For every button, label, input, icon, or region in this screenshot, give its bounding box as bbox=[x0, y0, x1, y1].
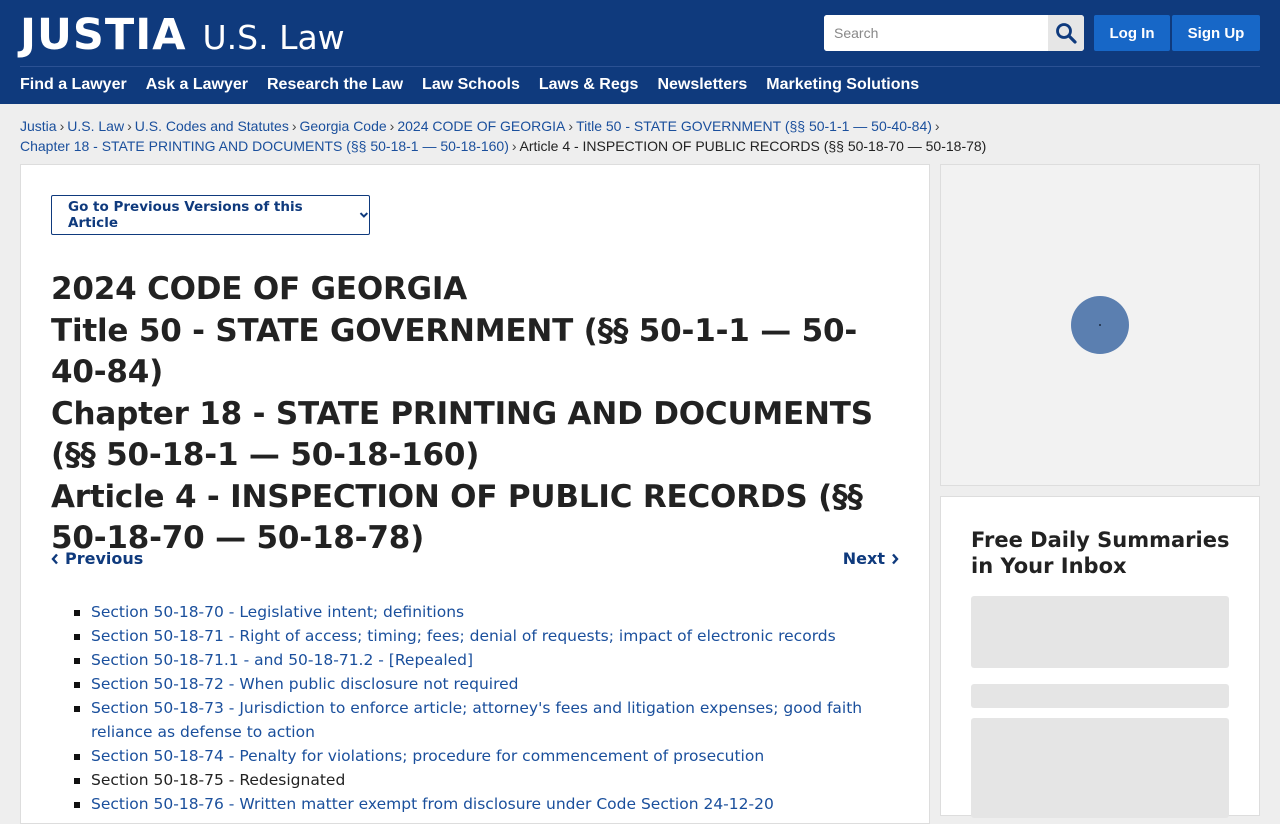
ad-placeholder bbox=[940, 164, 1260, 486]
section-item: Section 50-18-71 - Right of access; timi… bbox=[74, 624, 891, 648]
section-item: Section 50-18-71.1 - and 50-18-71.2 - [R… bbox=[74, 648, 891, 672]
breadcrumb-link[interactable]: Title 50 - STATE GOVERNMENT (§§ 50-1-1 —… bbox=[576, 118, 932, 134]
section-link[interactable]: Section 50-18-73 - Jurisdiction to enfor… bbox=[91, 699, 862, 741]
newsletter-title: Free Daily Summaries in Your Inbox bbox=[971, 528, 1230, 578]
breadcrumb-separator: › bbox=[568, 118, 574, 134]
next-link[interactable]: Next bbox=[843, 549, 899, 568]
breadcrumb-link[interactable]: Georgia Code bbox=[300, 118, 387, 134]
previous-versions-label: Go to Previous Versions of this Article bbox=[68, 199, 303, 231]
breadcrumb-link[interactable]: U.S. Law bbox=[67, 118, 124, 134]
search-icon bbox=[1056, 23, 1077, 44]
section-item: Section 50-18-70 - Legislative intent; d… bbox=[74, 600, 891, 624]
breadcrumb-separator: › bbox=[127, 118, 132, 134]
breadcrumb-separator: › bbox=[59, 118, 65, 134]
nav-newsletters[interactable]: Newsletters bbox=[657, 76, 747, 94]
newsletter-signup: Free Daily Summaries in Your Inbox bbox=[940, 496, 1260, 818]
breadcrumb-link[interactable]: U.S. Codes and Statutes bbox=[135, 118, 289, 134]
justia-logo[interactable]: JUSTIA U.S. Law bbox=[20, 10, 345, 60]
signup-button[interactable]: Sign Up bbox=[1172, 15, 1260, 51]
breadcrumb-link[interactable]: Chapter 18 - STATE PRINTING AND DOCUMENT… bbox=[20, 138, 509, 154]
previous-label: Previous bbox=[65, 549, 144, 568]
logo-subtitle: U.S. Law bbox=[202, 18, 345, 57]
chevron-down-icon bbox=[359, 212, 369, 218]
breadcrumb-separator: › bbox=[389, 118, 395, 134]
newsletter-placeholder bbox=[971, 718, 1229, 818]
breadcrumb-link[interactable]: 2024 CODE OF GEORGIA bbox=[397, 118, 565, 134]
spinner-dot bbox=[1099, 324, 1101, 326]
section-link[interactable]: Section 50-18-74 - Penalty for violation… bbox=[91, 747, 764, 765]
title-code: 2024 CODE OF GEORGIA bbox=[51, 271, 468, 307]
main-nav: Find a Lawyer Ask a Lawyer Research the … bbox=[20, 76, 919, 94]
section-item: Section 50-18-72 - When public disclosur… bbox=[74, 672, 891, 696]
chevron-right-icon bbox=[892, 553, 899, 564]
section-item: Section 50-18-74 - Penalty for violation… bbox=[74, 744, 891, 768]
newsletter-placeholder bbox=[971, 596, 1229, 668]
pagination: Previous Next bbox=[51, 549, 899, 568]
title-chapter: Chapter 18 - STATE PRINTING AND DOCUMENT… bbox=[51, 395, 873, 474]
breadcrumb: Justia › U.S. Law › U.S. Codes and Statutes ›… bbox=[20, 116, 1020, 156]
section-link[interactable]: Section 50-18-76 - Written matter exempt… bbox=[91, 795, 774, 813]
main-content: Go to Previous Versions of this Article … bbox=[20, 164, 930, 824]
login-button[interactable]: Log In bbox=[1094, 15, 1170, 51]
search-input[interactable] bbox=[824, 15, 1048, 51]
loading-spinner bbox=[1071, 296, 1129, 354]
section-item: Section 50-18-75 - Redesignated bbox=[74, 768, 891, 792]
nav-law-schools[interactable]: Law Schools bbox=[422, 76, 520, 94]
nav-divider bbox=[20, 66, 1260, 67]
breadcrumb-separator: › bbox=[291, 118, 297, 134]
section-link[interactable]: Section 50-18-71 - Right of access; timi… bbox=[91, 627, 836, 645]
newsletter-placeholder bbox=[971, 684, 1229, 708]
title-article: Article 4 - INSPECTION OF PUBLIC RECORDS… bbox=[51, 478, 863, 557]
site-header: JUSTIA U.S. Law Log In Sign Up Find a La… bbox=[0, 0, 1280, 104]
section-item: Section 50-18-73 - Jurisdiction to enfor… bbox=[74, 696, 891, 744]
nav-research-the-law[interactable]: Research the Law bbox=[267, 76, 403, 94]
search-box bbox=[824, 15, 1084, 51]
section-link[interactable]: Section 50-18-72 - When public disclosur… bbox=[91, 675, 519, 693]
section-list: Section 50-18-70 - Legislative intent; d… bbox=[74, 600, 891, 816]
previous-link[interactable]: Previous bbox=[51, 549, 143, 568]
page-title: 2024 CODE OF GEORGIA Title 50 - STATE GO… bbox=[51, 269, 901, 560]
breadcrumb-separator: › bbox=[511, 138, 517, 154]
nav-ask-a-lawyer[interactable]: Ask a Lawyer bbox=[146, 76, 248, 94]
previous-versions-button[interactable]: Go to Previous Versions of this Article bbox=[51, 195, 370, 235]
nav-find-a-lawyer[interactable]: Find a Lawyer bbox=[20, 76, 127, 94]
nav-marketing-solutions[interactable]: Marketing Solutions bbox=[766, 76, 919, 94]
logo-wordmark: JUSTIA bbox=[20, 10, 187, 60]
breadcrumb-separator: › bbox=[934, 118, 940, 134]
section-item: Section 50-18-76 - Written matter exempt… bbox=[74, 792, 891, 816]
next-label: Next bbox=[842, 549, 885, 568]
section-text: Section 50-18-75 - Redesignated bbox=[91, 771, 346, 789]
section-link[interactable]: Section 50-18-71.1 - and 50-18-71.2 - [R… bbox=[91, 651, 473, 669]
breadcrumb-current: Article 4 - INSPECTION OF PUBLIC RECORDS… bbox=[519, 138, 987, 154]
chevron-left-icon bbox=[51, 553, 58, 564]
title-title: Title 50 - STATE GOVERNMENT (§§ 50-1-1 —… bbox=[51, 312, 858, 391]
nav-laws-and-regs[interactable]: Laws & Regs bbox=[539, 76, 639, 94]
breadcrumb-link[interactable]: Justia bbox=[20, 118, 57, 134]
search-button[interactable] bbox=[1048, 15, 1084, 51]
section-link[interactable]: Section 50-18-70 - Legislative intent; d… bbox=[91, 603, 464, 621]
